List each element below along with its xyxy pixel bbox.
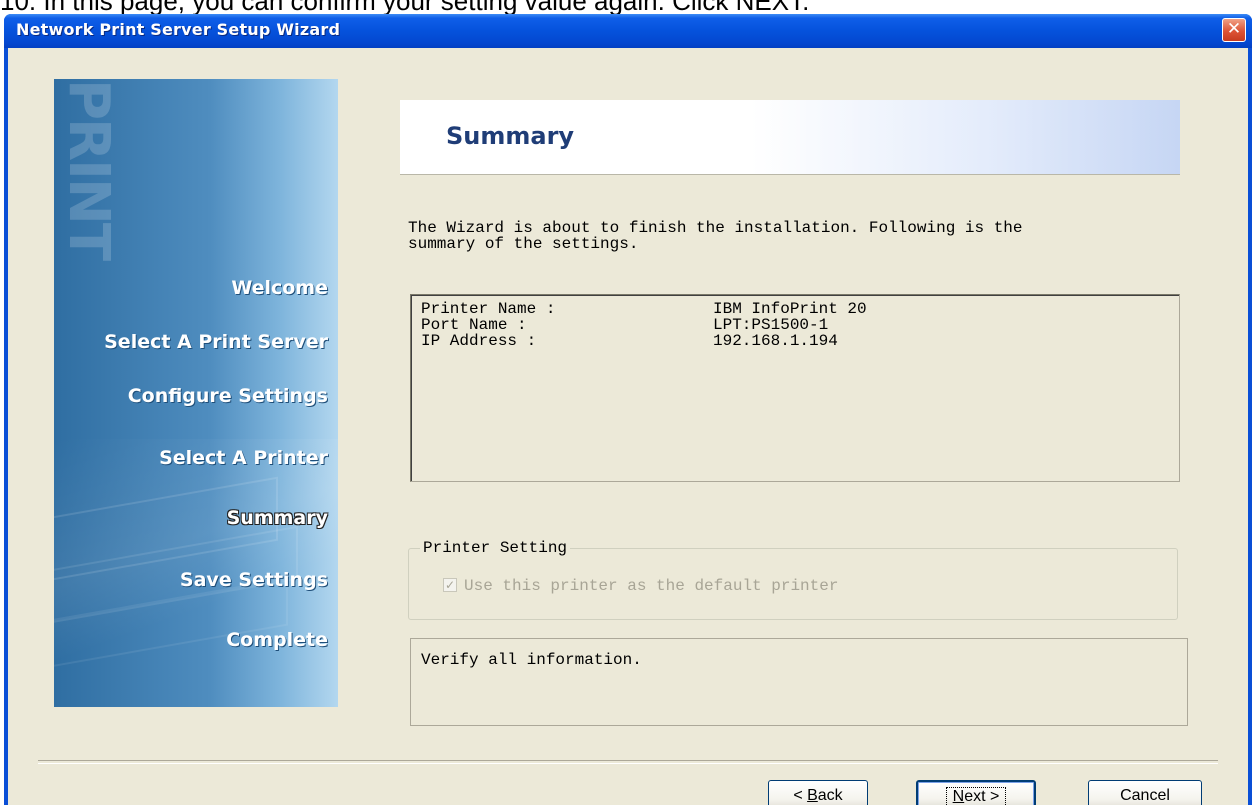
step-complete: Complete xyxy=(226,629,328,651)
cancel-button[interactable]: Cancel xyxy=(1088,780,1202,805)
step-save-settings: Save Settings xyxy=(179,569,328,591)
default-printer-label: Use this printer as the default printer xyxy=(464,577,839,595)
next-button[interactable]: Next > xyxy=(916,780,1036,805)
settings-summary-box[interactable]: Printer Name : IBM InfoPrint 20 Port Name… xyxy=(410,294,1180,482)
close-button[interactable]: ✕ xyxy=(1222,18,1246,42)
step-select-printer: Select A Printer xyxy=(159,447,328,469)
step-summary: Summary xyxy=(226,507,328,529)
back-button-rest: ack xyxy=(817,787,843,804)
back-button-prefix: < xyxy=(793,787,808,804)
status-message-box: Verify all information. xyxy=(410,638,1188,726)
wizard-steps-panel: PRINT Welcome Select A Print Server Conf… xyxy=(54,79,338,707)
summary-row: Printer Name : IBM InfoPrint 20 xyxy=(421,301,867,317)
page-header: Summary xyxy=(400,100,1180,175)
wizard-window: Network Print Server Setup Wizard ✕ PRIN… xyxy=(4,14,1252,805)
summary-row: Port Name : LPT:PS1500-1 xyxy=(421,317,828,333)
summary-key: IP Address : xyxy=(421,332,537,350)
step-welcome: Welcome xyxy=(231,277,328,299)
next-button-focus: Next > xyxy=(945,787,1007,805)
window-title: Network Print Server Setup Wizard xyxy=(16,20,341,39)
summary-value: 192.168.1.194 xyxy=(713,332,838,350)
summary-row: IP Address : 192.168.1.194 xyxy=(421,333,838,349)
back-button[interactable]: < Back xyxy=(768,780,868,805)
wizard-client-area: PRINT Welcome Select A Print Server Conf… xyxy=(8,48,1248,805)
step-select-print-server: Select A Print Server xyxy=(104,331,328,353)
footer-separator xyxy=(38,760,1218,764)
back-button-mnemonic: B xyxy=(807,787,818,804)
checkmark-icon: ✓ xyxy=(444,578,456,592)
printer-setting-legend: Printer Setting xyxy=(420,539,571,557)
page-title: Summary xyxy=(446,122,575,150)
print-watermark: PRINT xyxy=(56,79,121,260)
summary-key: Printer Name : xyxy=(421,300,556,318)
cancel-button-label: Cancel xyxy=(1120,787,1170,804)
step-configure-settings: Configure Settings xyxy=(127,385,328,407)
next-button-rest: ext > xyxy=(964,788,1000,805)
summary-key: Port Name : xyxy=(421,316,527,334)
next-button-mnemonic: N xyxy=(952,788,965,805)
intro-line: The Wizard is about to finish the instal… xyxy=(408,219,1023,237)
title-bar[interactable]: Network Print Server Setup Wizard ✕ xyxy=(4,14,1252,48)
status-message: Verify all information. xyxy=(421,651,642,669)
intro-text: The Wizard is about to finish the instal… xyxy=(408,220,1188,252)
default-printer-checkbox[interactable]: ✓ xyxy=(443,578,457,592)
close-icon: ✕ xyxy=(1226,19,1242,39)
intro-line: summary of the settings. xyxy=(408,235,639,253)
